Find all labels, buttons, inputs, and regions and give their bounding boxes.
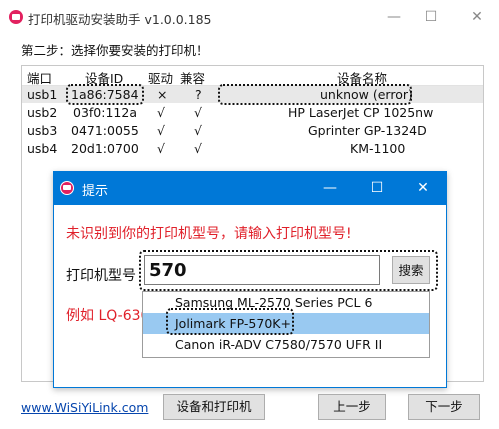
driver-cell: √	[157, 141, 165, 156]
maximize-button[interactable]: ☐	[421, 8, 441, 26]
printer-app-icon	[9, 10, 23, 24]
compat-cell: ?	[195, 87, 202, 102]
window-title: 打印机驱动安装助手 v1.0.0.185	[28, 12, 212, 27]
compat-cell: √	[194, 105, 202, 120]
dialog-app-icon	[60, 181, 74, 195]
port-cell: usb2	[27, 105, 58, 120]
driver-cell: √	[157, 105, 165, 120]
compat-cell: √	[194, 123, 202, 138]
dialog-title-bar: 提示 — ☐ ✕	[54, 172, 446, 205]
table-header: 端口 设备ID 驱动 兼容 设备名称	[22, 66, 483, 86]
step-label: 第二步：选择你要安装的打印机！	[21, 43, 209, 58]
device-id-cell: 03f0:112a	[73, 105, 137, 120]
close-button[interactable]: ✕	[467, 8, 487, 26]
model-label: 打印机型号	[66, 268, 136, 284]
column-header-driver[interactable]: 驱动	[148, 68, 173, 87]
device-name-cell: Gprinter GP-1324D	[308, 123, 427, 138]
port-cell: usb4	[27, 141, 58, 156]
suggestion-option[interactable]: Canon iR-ADV C7580/7570 UFR II	[143, 334, 429, 355]
device-id-cell: 0471:0055	[71, 123, 139, 138]
example-text: 例如 LQ-630	[66, 308, 150, 324]
column-header-port[interactable]: 端口	[27, 68, 52, 87]
compat-cell: √	[194, 141, 202, 156]
dialog-title: 提示	[82, 184, 109, 199]
website-link[interactable]: www.WiSiYiLink.com	[21, 400, 148, 415]
table-row[interactable]: usb2 03f0:112a √ √ HP LaserJet CP 1025nw	[22, 104, 483, 121]
unrecognized-warning: 未识别到你的打印机型号，请输入打印机型号!	[66, 226, 352, 242]
title-bar: 打印机驱动安装助手 v1.0.0.185 — ☐ ✕	[0, 0, 499, 34]
device-name-cell: KM-1100	[350, 141, 406, 156]
driver-cell: ×	[157, 87, 168, 102]
dialog-minimize-button[interactable]: —	[320, 179, 340, 197]
device-id-cell: 20d1:0700	[71, 141, 139, 156]
previous-button[interactable]: 上一步	[318, 394, 386, 420]
driver-cell: √	[157, 123, 165, 138]
port-cell: usb1	[27, 87, 58, 102]
minimize-button[interactable]: —	[384, 8, 404, 26]
device-name-annotation	[218, 84, 412, 105]
device-name-cell: HP LaserJet CP 1025nw	[288, 105, 434, 120]
table-row[interactable]: usb3 0471:0055 √ √ Gprinter GP-1324D	[22, 122, 483, 139]
next-button[interactable]: 下一步	[408, 394, 480, 420]
dialog-maximize-button[interactable]: ☐	[367, 179, 387, 197]
devices-and-printers-button[interactable]: 设备和打印机	[163, 394, 265, 420]
dialog-close-button[interactable]: ✕	[413, 179, 433, 197]
bottom-bar: www.WiSiYiLink.com 设备和打印机 上一步 下一步	[0, 386, 499, 429]
selected-option-annotation	[166, 308, 294, 335]
device-id-annotation	[66, 84, 144, 105]
table-row[interactable]: usb4 20d1:0700 √ √ KM-1100	[22, 140, 483, 157]
port-cell: usb3	[27, 123, 58, 138]
column-header-compat[interactable]: 兼容	[180, 68, 205, 87]
model-input-annotation	[139, 250, 438, 291]
